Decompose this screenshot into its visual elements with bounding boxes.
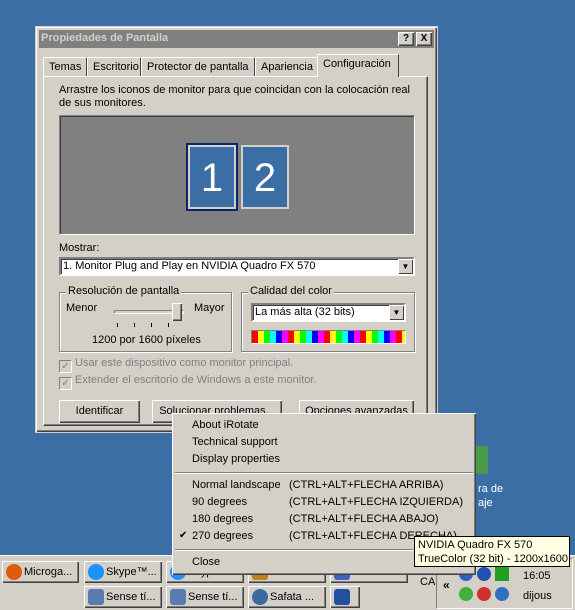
color-quality-select[interactable]: La más alta (32 bits) ▼ [251, 303, 406, 322]
menu-shortcut-180: (CTRL+ALT+FLECHA ABAJO) [289, 513, 439, 525]
dialog-titlebar[interactable]: Propiedades de Pantalla ? X [39, 30, 434, 48]
tab-temas[interactable]: Temas [43, 57, 87, 76]
firefox-icon [6, 564, 22, 580]
monitor-tray-icon[interactable] [495, 567, 509, 581]
menu-item-270-degrees[interactable]: 270 degrees [192, 530, 253, 542]
extend-desktop-label: Extender el escritorio de Windows a este… [75, 374, 317, 386]
monitor-arrangement: 1 2 [59, 115, 415, 235]
checkmark-icon: ✔ [179, 530, 188, 541]
taskbar-button-display[interactable] [330, 586, 360, 608]
monitor-2-icon[interactable]: 2 [241, 145, 289, 209]
menu-item-90-degrees[interactable]: 90 degrees [192, 496, 247, 508]
language-indicator[interactable]: CA [420, 576, 435, 588]
resolution-value: 1200 por 1600 píxeles [92, 334, 201, 346]
menu-item-display-properties[interactable]: Display properties [192, 453, 280, 465]
info-icon[interactable] [477, 567, 491, 581]
taskbar-button-micrograma[interactable]: Microga... [2, 561, 79, 583]
resolution-legend: Resolución de pantalla [66, 285, 182, 297]
taskbar-label: Sense tí... [188, 591, 238, 603]
menu-item-normal-landscape[interactable]: Normal landscape [192, 479, 281, 491]
color-legend: Calidad del color [248, 285, 334, 297]
tab-escritorio[interactable]: Escritorio [87, 57, 141, 76]
monitor-select[interactable]: 1. Monitor Plug and Play en NVIDIA Quadr… [59, 257, 415, 276]
avast-tray-icon[interactable] [495, 587, 509, 601]
clock-time[interactable]: 16:05 [523, 570, 551, 582]
extend-desktop-checkbox[interactable]: ✓ Extender el escritorio de Windows a est… [59, 374, 317, 390]
menu-item-close[interactable]: Close [192, 556, 220, 568]
display-icon [334, 589, 350, 605]
close-button[interactable]: X [416, 32, 432, 46]
display-tooltip: NVIDIA Quadro FX 570 TrueColor (32 bit) … [414, 536, 570, 567]
clock-day[interactable]: dijous [523, 590, 552, 602]
taskbar-button-sense-1[interactable]: Sense tí... [84, 586, 162, 608]
tooltip-line-2: TrueColor (32 bit) - 1200x1600 [418, 553, 569, 565]
checkbox-check-icon: ✓ [59, 360, 72, 373]
slider-tick [168, 323, 169, 327]
inbox-icon [252, 589, 268, 605]
menu-item-support[interactable]: Technical support [192, 436, 278, 448]
taskbar-label: Safata ... [270, 591, 315, 603]
instructions-text: Arrastre los iconos de monitor para que … [59, 84, 410, 109]
mostrar-label: Mostrar: [59, 242, 100, 254]
menu-shortcut-90: (CTRL+ALT+FLECHA IZQUIERDA) [289, 496, 463, 508]
identify-button[interactable]: Identificar [59, 400, 140, 423]
desktop-icon-label-1[interactable]: ra de [478, 483, 503, 495]
monitor-1-icon[interactable]: 1 [186, 143, 238, 211]
tab-apariencia[interactable]: Apariencia [255, 57, 318, 76]
checkbox-check-icon: ✓ [59, 377, 72, 390]
chevron-down-icon[interactable]: ▼ [398, 259, 413, 274]
desktop-icon-label-2[interactable]: aje [478, 497, 493, 509]
tab-protector[interactable]: Protector de pantalla [141, 57, 255, 76]
resolution-max-label: Mayor [194, 302, 225, 314]
dialog-title: Propiedades de Pantalla [41, 32, 169, 44]
slider-tick [134, 323, 135, 327]
document-icon [170, 589, 186, 605]
primary-monitor-label: Usar este dispositivo como monitor princ… [75, 357, 294, 369]
slider-tick [151, 323, 152, 327]
skype-icon [88, 564, 104, 580]
resolution-min-label: Menor [66, 302, 98, 314]
taskbar-label: Skype™... [106, 566, 157, 578]
taskbar-label: Sense tí... [106, 591, 156, 603]
tray-expand-chevron-icon[interactable]: « [443, 578, 450, 592]
monitor-select-value: 1. Monitor Plug and Play en NVIDIA Quadr… [63, 260, 316, 272]
color-quality-value: La más alta (32 bits) [255, 306, 355, 318]
slider-tick [117, 323, 118, 327]
menu-shortcut-normal: (CTRL+ALT+FLECHA ARRIBA) [289, 479, 444, 491]
tooltip-line-1: NVIDIA Quadro FX 570 [418, 539, 533, 551]
taskbar-label: Microga... [24, 566, 73, 578]
primary-monitor-checkbox[interactable]: ✓ Usar este dispositivo como monitor prin… [59, 357, 293, 373]
taskbar-button-safata[interactable]: Safata ... [248, 586, 326, 608]
menu-item-180-degrees[interactable]: 180 degrees [192, 513, 253, 525]
menu-item-about[interactable]: About iRotate [192, 419, 259, 431]
taskbar-button-skype-1[interactable]: Skype™... [84, 561, 162, 583]
tab-configuracion[interactable]: Configuración [317, 54, 399, 77]
document-icon [88, 589, 104, 605]
help-button[interactable]: ? [398, 32, 414, 46]
menu-separator [175, 472, 473, 474]
stop-tray-icon[interactable] [477, 587, 491, 601]
resolution-slider-thumb[interactable] [172, 303, 182, 321]
check-tray-icon[interactable] [459, 587, 473, 601]
chevron-down-icon[interactable]: ▼ [389, 305, 404, 320]
taskbar-button-sense-2[interactable]: Sense tí... [166, 586, 244, 608]
color-spectrum-bar [251, 330, 406, 344]
